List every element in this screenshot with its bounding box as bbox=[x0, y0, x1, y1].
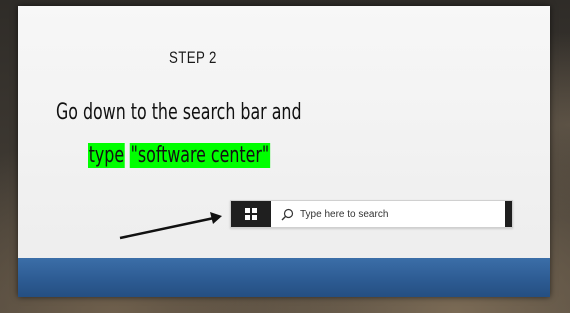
windows-logo-icon bbox=[245, 208, 257, 220]
footer-band bbox=[18, 258, 550, 297]
search-icon bbox=[280, 207, 294, 221]
slide: STEP 2 Go down to the search bar and typ… bbox=[18, 6, 550, 297]
taskbar-search-box[interactable] bbox=[271, 201, 507, 227]
start-button[interactable] bbox=[231, 201, 271, 227]
step-title: STEP 2 bbox=[169, 48, 217, 67]
instruction-search-term: "software center" bbox=[129, 143, 270, 168]
taskbar-edge bbox=[505, 201, 512, 227]
instruction-line-2: type "software center" bbox=[88, 143, 270, 168]
pointer-arrow bbox=[119, 212, 222, 240]
search-input[interactable] bbox=[300, 208, 500, 220]
windows-taskbar bbox=[230, 200, 513, 228]
instruction-line-1: Go down to the search bar and bbox=[56, 100, 302, 125]
instruction-type-word: type bbox=[88, 143, 125, 168]
